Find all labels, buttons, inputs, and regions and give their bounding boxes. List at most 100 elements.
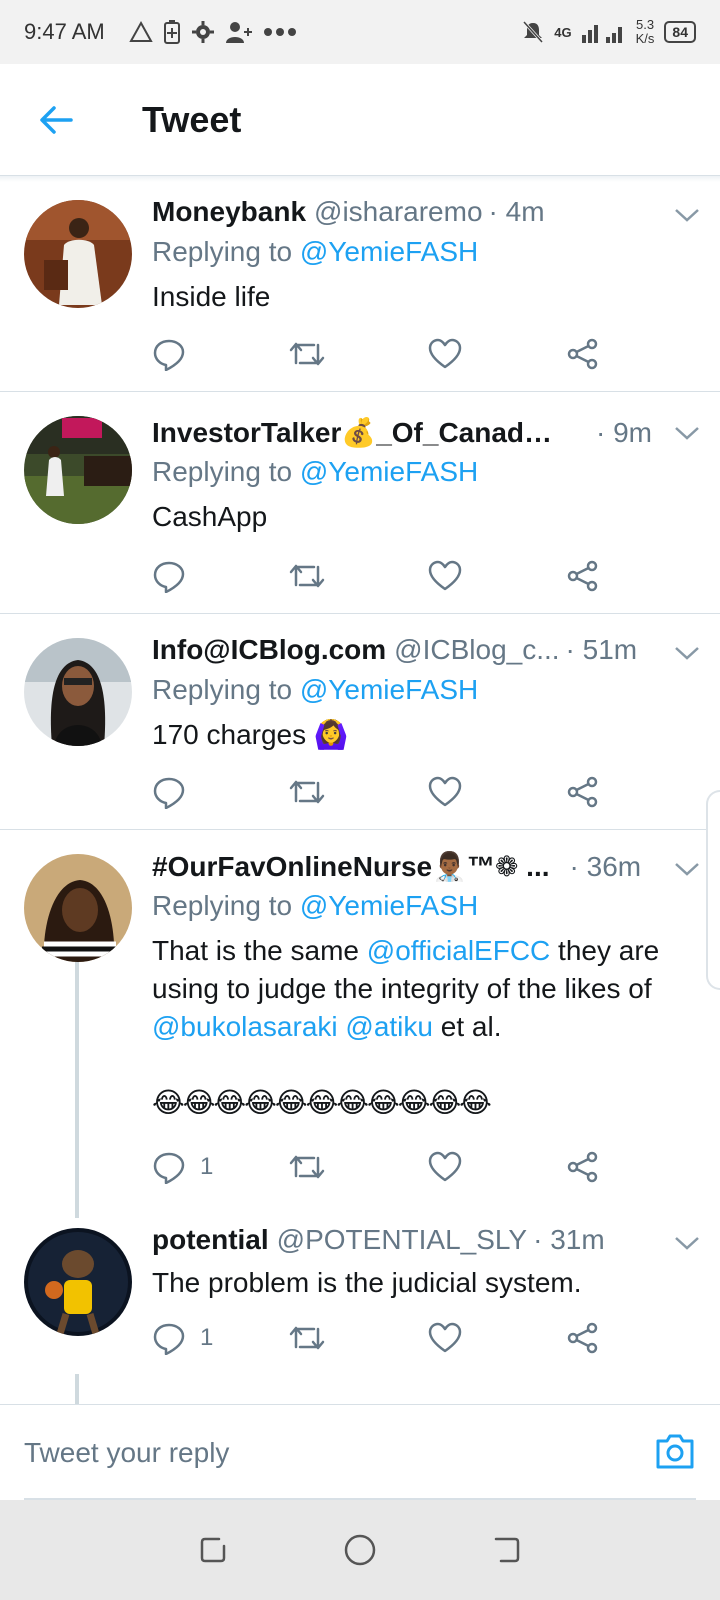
- avatar[interactable]: [24, 200, 132, 308]
- network-speed: 5.3 K/s: [635, 17, 655, 46]
- mention-link[interactable]: @YemieFASH: [300, 890, 478, 921]
- reply-input[interactable]: Tweet your reply: [24, 1437, 229, 1469]
- avatar[interactable]: [24, 854, 132, 962]
- replying-to: Replying to @YemieFASH: [152, 236, 479, 267]
- reply-button[interactable]: 1: [152, 1147, 213, 1187]
- retweet-button[interactable]: [288, 1318, 326, 1358]
- heart-icon: [428, 1151, 462, 1182]
- user-name[interactable]: InvestorTalker💰_Of_Canada...: [152, 416, 562, 449]
- tweet-text: CashApp: [152, 501, 268, 532]
- chevron-down-icon[interactable]: [672, 1228, 702, 1258]
- avatar[interactable]: [24, 1228, 132, 1336]
- mention-link[interactable]: @atiku: [345, 1011, 433, 1042]
- tweet-time: · 9m: [596, 417, 652, 448]
- share-icon: [567, 338, 598, 370]
- user-name[interactable]: #OurFavOnlineNurse👨🏾‍⚕️™❁ ...: [152, 850, 550, 883]
- tweet-actions: 1: [152, 1318, 622, 1358]
- share-button[interactable]: [566, 334, 600, 374]
- replying-to: Replying to @YemieFASH: [152, 890, 479, 921]
- back-nav-icon: [494, 1537, 519, 1563]
- like-button[interactable]: [428, 334, 462, 374]
- user-handle[interactable]: @ICBlog_c...: [394, 634, 559, 666]
- chevron-down-icon[interactable]: [672, 200, 702, 230]
- heart-icon: [428, 776, 462, 807]
- like-button[interactable]: [428, 1318, 462, 1358]
- mention-link[interactable]: @bukolasaraki: [152, 1011, 338, 1042]
- reply-button[interactable]: [152, 334, 200, 374]
- tweet-meta: Moneybank @ishararemo · 4m: [152, 196, 696, 232]
- mention-link[interactable]: @YemieFASH: [300, 674, 478, 705]
- reply-button[interactable]: [152, 556, 200, 596]
- retweet-button[interactable]: [288, 772, 326, 812]
- share-button[interactable]: [566, 1147, 600, 1187]
- retweet-icon: [289, 342, 325, 366]
- edge-panel-handle[interactable]: [706, 790, 720, 990]
- mention-link[interactable]: @YemieFASH: [300, 236, 478, 267]
- chevron-down-icon[interactable]: [672, 418, 702, 448]
- tweet-card[interactable]: InvestorTalker💰_Of_Canada... · 9m Replyi…: [0, 392, 720, 614]
- add-user-icon: [225, 22, 252, 43]
- share-button[interactable]: [566, 1318, 600, 1358]
- status-system-icons: 4G 5.3 K/s 84: [522, 18, 696, 46]
- tweet-time: · 51m: [565, 634, 638, 665]
- mention-link[interactable]: @officialEFCC: [367, 935, 551, 966]
- recent-apps-button[interactable]: [191, 1528, 235, 1572]
- user-name[interactable]: Moneybank: [152, 196, 306, 228]
- chevron-down-icon[interactable]: [672, 638, 702, 668]
- camera-icon[interactable]: [654, 1431, 696, 1471]
- retweet-button[interactable]: [288, 334, 326, 374]
- tweet-meta: #OurFavOnlineNurse👨🏾‍⚕️™❁ ... · 36m: [152, 850, 696, 886]
- tweet-actions: [152, 772, 622, 812]
- signal-icon: [581, 25, 622, 43]
- heart-icon: [428, 338, 462, 369]
- user-name[interactable]: potential: [152, 1224, 269, 1256]
- retweet-button[interactable]: [288, 1147, 326, 1187]
- tweet-card[interactable]: potential @POTENTIAL_SLY · 31m The probl…: [0, 1220, 720, 1404]
- tweet-card[interactable]: Moneybank @ishararemo · 4m Replying to @…: [0, 182, 720, 392]
- user-handle[interactable]: @ishararemo: [314, 196, 482, 228]
- tweet-time: · 36m: [569, 851, 642, 882]
- tweet-card[interactable]: #OurFavOnlineNurse👨🏾‍⚕️™❁ ... · 36m Repl…: [0, 830, 720, 1220]
- share-button[interactable]: [566, 772, 600, 812]
- page-title: Tweet: [142, 98, 242, 140]
- chevron-down-icon[interactable]: [672, 854, 702, 884]
- reply-feed[interactable]: Moneybank @ishararemo · 4m Replying to @…: [0, 182, 720, 1404]
- user-handle[interactable]: @POTENTIAL_SLY: [277, 1224, 527, 1256]
- reply-composer[interactable]: Tweet your reply: [0, 1404, 720, 1500]
- network-type: 4G: [554, 24, 572, 40]
- heart-icon: [428, 1322, 462, 1353]
- like-button[interactable]: [428, 556, 462, 596]
- mute-icon: [523, 20, 544, 44]
- status-time: 9:47 AM: [24, 19, 105, 44]
- back-nav-button[interactable]: [485, 1528, 529, 1572]
- back-button[interactable]: [26, 90, 86, 150]
- home-button[interactable]: [338, 1528, 382, 1572]
- replying-to: Replying to @YemieFASH: [152, 456, 479, 487]
- tweet-text: That is the same @officialEFCC they are …: [152, 935, 660, 1042]
- like-button[interactable]: [428, 1147, 462, 1187]
- more-dots-icon: [263, 28, 296, 36]
- tweet-time: · 4m: [488, 196, 545, 227]
- avatar[interactable]: [24, 416, 132, 524]
- tweet-text: The problem is the judicial system.: [152, 1267, 582, 1298]
- user-name[interactable]: Info@ICBlog.com: [152, 634, 386, 666]
- reply-button[interactable]: 1: [152, 1318, 213, 1358]
- retweet-icon: [289, 1326, 325, 1350]
- heart-icon: [428, 560, 462, 591]
- reply-icon: [153, 561, 185, 593]
- reply-icon: [153, 1152, 185, 1184]
- mention-link[interactable]: @YemieFASH: [300, 456, 478, 487]
- reply-count: 1: [200, 1324, 214, 1351]
- like-button[interactable]: [428, 772, 462, 812]
- avatar[interactable]: [24, 638, 132, 746]
- retweet-button[interactable]: [288, 556, 326, 596]
- reply-icon: [153, 339, 185, 371]
- share-button[interactable]: [566, 556, 600, 596]
- tweet-card[interactable]: Info@ICBlog.com @ICBlog_c... · 51m Reply…: [0, 614, 720, 830]
- tweet-actions: [152, 556, 622, 596]
- gear-icon: [191, 21, 214, 43]
- tweet-actions: [152, 334, 622, 374]
- share-icon: [567, 1322, 598, 1354]
- tweet-meta: Info@ICBlog.com @ICBlog_c... · 51m: [152, 634, 696, 670]
- reply-button[interactable]: [152, 772, 200, 812]
